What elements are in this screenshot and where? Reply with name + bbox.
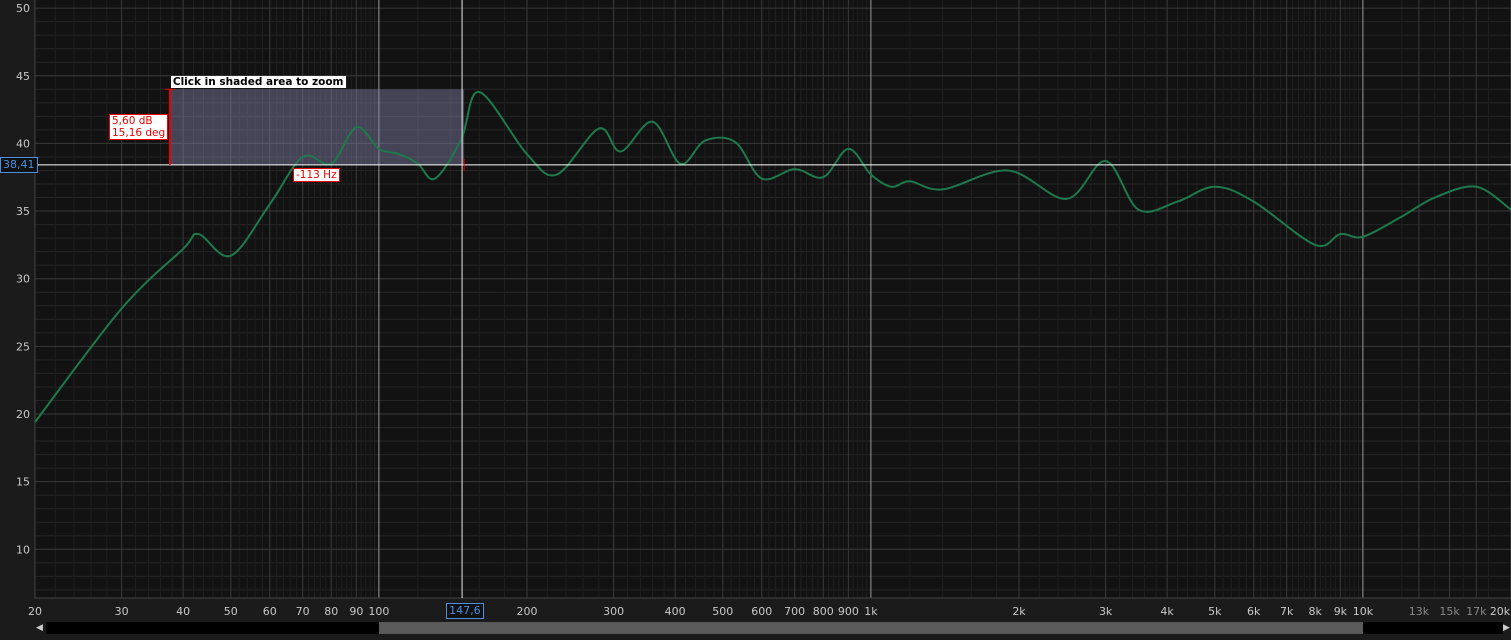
delta-db: 5,60 dB [112, 115, 153, 128]
x-tick-label: 60 [263, 605, 277, 618]
x-tick-label: 17k [1466, 605, 1487, 618]
x-tick-label: 15k [1439, 605, 1460, 618]
zoom-hint: Click in shaded area to zoom [170, 76, 346, 89]
x-tick-label: 90 [349, 605, 363, 618]
x-tick-label: 2k [1012, 605, 1026, 618]
y-tick-label: 15 [16, 476, 30, 489]
scroll-left-icon[interactable]: ◀ [36, 622, 43, 634]
frequency-response-graph[interactable]: 10 15 20 25 30 35 40 45 50 20 30 40 50 60 70 80 90 100 200… [0, 0, 1511, 640]
x-tick-label: 50 [224, 605, 238, 618]
delta-readout: 5,60 dB 15,16 deg [109, 114, 169, 141]
x-tick-label: 100 [368, 605, 389, 618]
x-tick-label: 900 [838, 605, 859, 618]
x-tick-label: 13k [1409, 605, 1430, 618]
scrollbar-thumb[interactable] [378, 622, 1363, 634]
x-tick-label: 700 [784, 605, 805, 618]
scroll-right-icon[interactable]: ▶ [1503, 622, 1510, 634]
y-tick-label: 35 [16, 205, 30, 218]
cursor-freq-label: 147,6 [446, 603, 484, 619]
y-tick-label: 25 [16, 340, 30, 353]
x-tick-label: 10k [1353, 605, 1374, 618]
x-tick-label: 30 [115, 605, 129, 618]
x-tick-label: 8k [1309, 605, 1323, 618]
x-tick-label: 40 [176, 605, 190, 618]
y-tick-label: 20 [16, 408, 30, 421]
cursor-db-label: 38,41 [0, 156, 38, 173]
x-tick-label: 300 [603, 605, 624, 618]
x-tick-label: 80 [324, 605, 338, 618]
x-tick-label: 20k [1490, 605, 1511, 618]
x-tick-label: 70 [296, 605, 310, 618]
x-tick-label: 9k [1334, 605, 1348, 618]
horizontal-scrollbar[interactable] [46, 622, 1503, 634]
y-tick-label: 30 [16, 273, 30, 286]
y-tick-label: 10 [16, 543, 30, 556]
delta-freq: -113 Hz [293, 167, 340, 182]
x-tick-label: 200 [517, 605, 538, 618]
x-tick-label: 800 [813, 605, 834, 618]
x-tick-label: 7k [1280, 605, 1294, 618]
y-tick-label: 50 [16, 2, 30, 15]
plot-area[interactable]: 10 15 20 25 30 35 40 45 50 20 30 40 50 60 70 80 90 100 200… [0, 0, 1511, 640]
x-tick-label: 4k [1160, 605, 1174, 618]
x-tick-label: 500 [712, 605, 733, 618]
x-tick-label: 3k [1099, 605, 1113, 618]
x-tick-label: 5k [1208, 605, 1222, 618]
x-tick-label: 1k [864, 605, 878, 618]
delta-phase: 15,16 deg [112, 127, 166, 140]
x-tick-label: 600 [751, 605, 772, 618]
x-tick-label: 20 [28, 605, 42, 618]
x-tick-label: 6k [1247, 605, 1261, 618]
zoom-selection [169, 89, 465, 165]
x-tick-label: 400 [665, 605, 686, 618]
y-tick-label: 45 [16, 70, 30, 83]
y-tick-label: 40 [16, 137, 30, 150]
